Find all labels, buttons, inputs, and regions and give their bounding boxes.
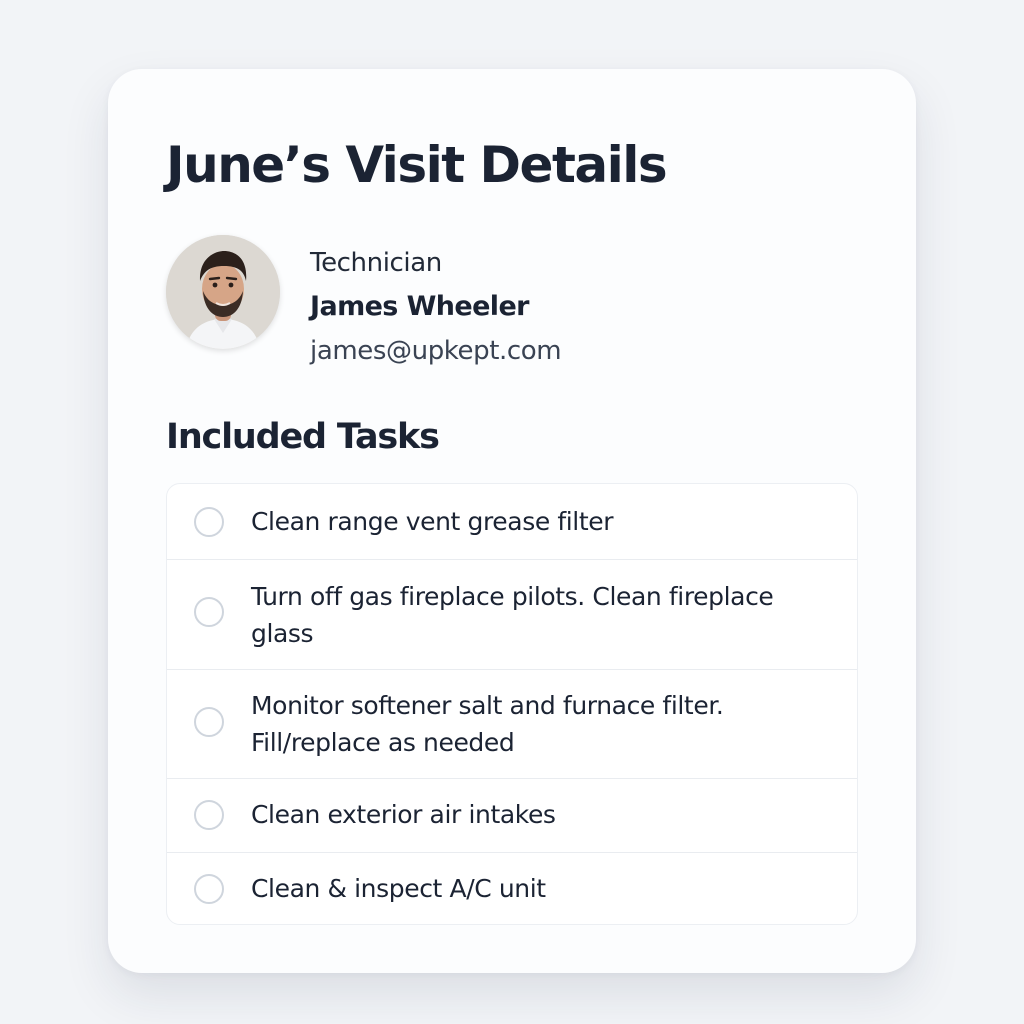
visit-details-card: June’s Visit Details Technician James Wh… — [108, 69, 916, 973]
task-checkbox-icon[interactable] — [194, 597, 224, 627]
task-checkbox-icon[interactable] — [194, 800, 224, 830]
task-item-clean-range-vent[interactable]: Clean range vent grease filter — [167, 484, 857, 560]
task-label: Clean exterior air intakes — [251, 800, 556, 829]
task-checkbox-icon[interactable] — [194, 507, 224, 537]
task-label: Turn off gas fireplace pilots. Clean fir… — [251, 582, 774, 648]
technician-avatar — [166, 235, 280, 349]
task-item-fireplace[interactable]: Turn off gas fireplace pilots. Clean fir… — [167, 560, 857, 670]
technician-email: james@upkept.com — [310, 336, 562, 366]
task-item-ac-unit[interactable]: Clean & inspect A/C unit — [167, 853, 857, 924]
task-list: Clean range vent grease filter Turn off … — [166, 483, 858, 925]
task-label: Clean range vent grease filter — [251, 507, 614, 536]
included-tasks-heading: Included Tasks — [166, 417, 440, 457]
technician-name: James Wheeler — [310, 291, 530, 322]
technician-role-label: Technician — [310, 248, 442, 278]
task-checkbox-icon[interactable] — [194, 707, 224, 737]
task-item-air-intakes[interactable]: Clean exterior air intakes — [167, 779, 857, 853]
page-title: June’s Visit Details — [166, 136, 668, 194]
task-item-softener-furnace[interactable]: Monitor softener salt and furnace filter… — [167, 670, 857, 779]
technician-photo-icon — [166, 235, 280, 349]
task-label: Monitor softener salt and furnace filter… — [251, 691, 724, 757]
task-label: Clean & inspect A/C unit — [251, 874, 546, 903]
task-checkbox-icon[interactable] — [194, 874, 224, 904]
technician-info: Technician James Wheeler james@upkept.co… — [310, 245, 562, 369]
